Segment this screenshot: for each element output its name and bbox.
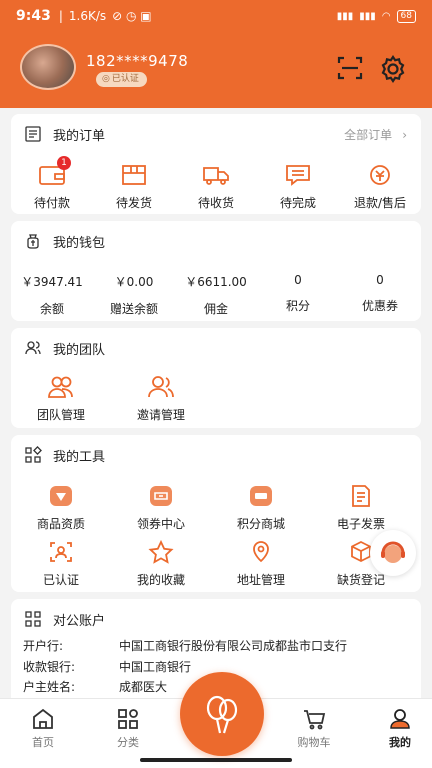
refund-icon bbox=[339, 162, 421, 188]
customer-service-icon bbox=[381, 541, 405, 563]
account-row-holder: 户主姓名: 成都医大 bbox=[23, 680, 168, 694]
account-grid-icon bbox=[23, 609, 43, 629]
wallet-card: 我的钱包 ￥3947.41 余额 ￥0.00 赠送余额 ￥6611.00 佣金 … bbox=[11, 221, 421, 321]
invoice-icon bbox=[311, 483, 411, 509]
verified-badge: ◎ 已认证 bbox=[96, 72, 147, 87]
team-icon bbox=[11, 374, 111, 400]
center-action-button[interactable] bbox=[180, 672, 264, 756]
cart-icon bbox=[284, 707, 344, 731]
tools-card: 我的工具 商品资质 领券中心 积分商城 电子发票 已认证 我的收藏 地址管理 缺… bbox=[11, 435, 421, 592]
wallet-commission[interactable]: ￥6611.00 佣金 bbox=[175, 273, 257, 317]
customer-service-button[interactable] bbox=[370, 530, 416, 576]
tool-points-mall[interactable]: 积分商城 bbox=[211, 483, 311, 532]
user-icon bbox=[370, 707, 430, 731]
orders-card: 我的订单 全部订单 › 1 待付款 待发货 待收货 待完成 退款/售后 bbox=[11, 114, 421, 214]
wallet-coupons[interactable]: 0 优惠券 bbox=[339, 273, 421, 317]
signal-icon: ▮▮▮ bbox=[336, 10, 354, 22]
team-header-icon bbox=[23, 338, 43, 358]
tab-mine[interactable]: 我的 bbox=[370, 707, 430, 750]
wallet-points[interactable]: 0 积分 bbox=[257, 273, 339, 317]
tab-cart[interactable]: 购物车 bbox=[284, 707, 344, 750]
coupon-icon bbox=[111, 483, 211, 509]
balloon-icon bbox=[206, 695, 238, 734]
tab-category[interactable]: 分类 bbox=[98, 707, 158, 750]
tool-e-invoice[interactable]: 电子发票 bbox=[311, 483, 411, 532]
status-bar: 9:43 | 1.6K/s ⊘ ◷ ▣ ▮▮▮ ▮▮▮ ◠ 68 bbox=[0, 0, 432, 32]
order-pending-shipment[interactable]: 待发货 bbox=[93, 162, 175, 211]
order-pending-complete[interactable]: 待完成 bbox=[257, 162, 339, 211]
order-pending-payment[interactable]: 1 待付款 bbox=[11, 156, 93, 211]
package-icon bbox=[93, 162, 175, 188]
status-time: 9:43 bbox=[16, 8, 51, 24]
qualification-icon bbox=[11, 483, 111, 509]
wallet-icon: 1 bbox=[11, 156, 93, 188]
settings-gear-icon[interactable] bbox=[378, 54, 408, 84]
order-refund[interactable]: 退款/售后 bbox=[339, 162, 421, 211]
home-icon bbox=[13, 707, 73, 731]
tool-favorites[interactable]: 我的收藏 bbox=[111, 539, 211, 588]
battery-icon: 68 bbox=[396, 9, 416, 23]
pending-payment-count: 1 bbox=[57, 156, 71, 170]
notification-icons: ⊘ ◷ ▣ bbox=[112, 9, 152, 23]
location-icon bbox=[211, 539, 311, 565]
points-mall-icon bbox=[211, 483, 311, 509]
chevron-right-icon: › bbox=[402, 127, 407, 142]
account-row-bank: 收款银行: 中国工商银行 bbox=[23, 660, 192, 674]
tab-home[interactable]: 首页 bbox=[13, 707, 73, 750]
wallet-bag-icon bbox=[23, 231, 43, 251]
tool-product-qualification[interactable]: 商品资质 bbox=[11, 483, 111, 532]
invite-icon bbox=[111, 374, 211, 400]
orders-list-icon bbox=[23, 124, 43, 144]
wallet-gift-balance[interactable]: ￥0.00 赠送余额 bbox=[93, 273, 175, 317]
wallet-balance[interactable]: ￥3947.41 余额 bbox=[11, 273, 93, 317]
signal-icon-2: ▮▮▮ bbox=[359, 10, 376, 22]
account-row-bank-branch: 开户行: 中国工商银行股份有限公司成都盐市口支行 bbox=[23, 639, 348, 653]
all-orders-link[interactable]: 全部订单 › bbox=[344, 126, 407, 143]
orders-title: 我的订单 bbox=[53, 128, 106, 144]
profile-header: 9:43 | 1.6K/s ⊘ ◷ ▣ ▮▮▮ ▮▮▮ ◠ 68 182****… bbox=[0, 0, 432, 108]
team-title: 我的团队 bbox=[53, 342, 106, 358]
tool-address-management[interactable]: 地址管理 bbox=[211, 539, 311, 588]
avatar[interactable] bbox=[20, 44, 76, 90]
tools-grid-icon bbox=[23, 445, 43, 465]
wifi-icon: ◠ bbox=[381, 10, 391, 22]
star-icon bbox=[111, 539, 211, 565]
tool-verified[interactable]: 已认证 bbox=[11, 539, 111, 588]
message-icon bbox=[257, 162, 339, 188]
verified-icon bbox=[11, 539, 111, 565]
category-icon bbox=[98, 707, 158, 731]
tool-coupon-center[interactable]: 领券中心 bbox=[111, 483, 211, 532]
invite-management[interactable]: 邀请管理 bbox=[111, 374, 211, 423]
team-card: 我的团队 团队管理 邀请管理 bbox=[11, 328, 421, 428]
truck-icon bbox=[175, 162, 257, 188]
user-phone: 182****9478 bbox=[86, 52, 189, 70]
team-management[interactable]: 团队管理 bbox=[11, 374, 111, 423]
verified-badge-icon: ◎ bbox=[102, 74, 110, 84]
home-indicator bbox=[140, 758, 292, 762]
order-pending-receipt[interactable]: 待收货 bbox=[175, 162, 257, 211]
account-title: 对公账户 bbox=[53, 613, 106, 629]
wallet-title: 我的钱包 bbox=[53, 235, 106, 251]
tools-title: 我的工具 bbox=[53, 449, 106, 465]
scan-icon[interactable] bbox=[336, 54, 364, 82]
network-speed: 1.6K/s bbox=[68, 9, 107, 23]
